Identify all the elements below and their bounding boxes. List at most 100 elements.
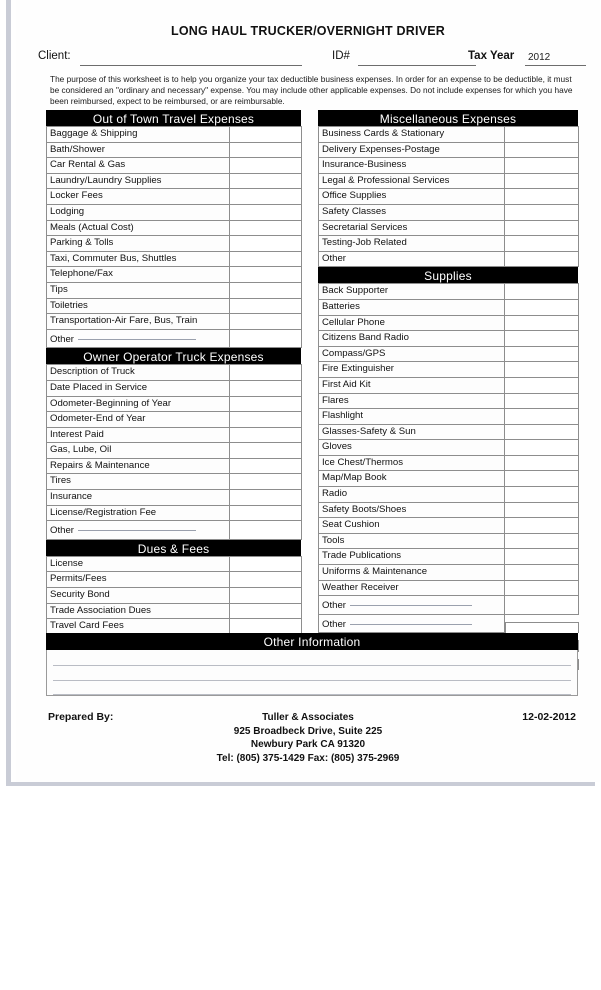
expense-label: Compass/GPS	[318, 345, 505, 363]
amount-cell[interactable]	[229, 379, 302, 397]
firm-block: Tuller & Associates 925 Broadbeck Drive,…	[16, 711, 600, 765]
amount-cell[interactable]	[504, 126, 579, 143]
amount-cell[interactable]	[504, 579, 579, 597]
other-write-in[interactable]: Other	[50, 330, 196, 347]
client-input[interactable]	[80, 64, 302, 66]
amount-cell[interactable]	[504, 532, 579, 550]
expense-label-text: Other	[50, 333, 74, 345]
write-in-rule[interactable]	[78, 522, 196, 532]
table-row: Insurance	[46, 489, 302, 506]
amount-cell[interactable]	[504, 203, 579, 221]
other-write-in[interactable]: Other	[50, 522, 196, 539]
write-in-rule[interactable]	[350, 597, 472, 607]
amount-cell[interactable]	[229, 219, 302, 237]
amount-cell[interactable]	[229, 395, 302, 413]
amount-cell[interactable]	[229, 172, 302, 190]
id-input[interactable]	[358, 64, 476, 66]
tax-year-input[interactable]	[525, 64, 586, 66]
amount-cell[interactable]	[229, 520, 302, 540]
table-row: Other	[46, 520, 302, 540]
amount-cell[interactable]	[504, 470, 579, 488]
amount-cell[interactable]	[504, 298, 579, 316]
expense-label: License	[46, 555, 230, 573]
amount-cell[interactable]	[229, 141, 302, 159]
expense-label: Secretarial Services	[318, 219, 505, 237]
write-in-rule[interactable]	[350, 615, 472, 625]
amount-cell[interactable]	[229, 364, 302, 381]
table-row: Odometer-End of Year	[46, 411, 302, 428]
amount-cell[interactable]	[229, 203, 302, 221]
amount-cell[interactable]	[504, 361, 579, 378]
amount-cell[interactable]	[504, 188, 579, 205]
amount-cell[interactable]	[504, 376, 579, 394]
table-row: Transportation-Air Fare, Bus, Train	[46, 313, 302, 330]
table-row: First Aid Kit	[318, 376, 579, 394]
amount-cell[interactable]	[504, 548, 579, 566]
amount-cell[interactable]	[504, 614, 579, 633]
amount-cell[interactable]	[229, 618, 302, 635]
amount-cell[interactable]	[229, 281, 302, 299]
amount-cell[interactable]	[229, 489, 302, 506]
expense-label: Interest Paid	[46, 426, 230, 444]
amount-cell[interactable]	[229, 587, 302, 604]
other-write-in[interactable]: Other	[322, 615, 472, 632]
amount-cell[interactable]	[504, 314, 579, 332]
amount-cell[interactable]	[504, 501, 579, 519]
amount-cell[interactable]	[229, 313, 302, 330]
other-information-line-3[interactable]	[53, 693, 571, 695]
amount-cell[interactable]	[229, 328, 302, 349]
page-title: LONG HAUL TRUCKER/OVERNIGHT DRIVER	[171, 24, 445, 38]
amount-cell[interactable]	[229, 126, 302, 143]
amount-cell[interactable]	[504, 423, 579, 441]
table-row: Radio	[318, 486, 579, 503]
amount-cell[interactable]	[504, 141, 579, 159]
amount-box[interactable]	[505, 621, 579, 633]
amount-cell[interactable]	[504, 392, 579, 410]
amount-cell[interactable]	[504, 486, 579, 503]
expense-label: Trade Association Dues	[46, 602, 230, 620]
expense-label: Transportation-Air Fare, Bus, Train	[46, 313, 230, 330]
amount-cell[interactable]	[229, 411, 302, 428]
amount-cell[interactable]	[229, 426, 302, 444]
amount-cell[interactable]	[229, 504, 302, 522]
amount-cell[interactable]	[229, 473, 302, 491]
amount-cell[interactable]	[504, 564, 579, 581]
table-row: Flashlight	[318, 408, 579, 425]
expense-label: Citizens Band Radio	[318, 330, 505, 347]
amount-cell[interactable]	[504, 330, 579, 347]
amount-cell[interactable]	[504, 235, 579, 252]
amount-cell[interactable]	[229, 250, 302, 268]
write-in-rule[interactable]	[78, 330, 196, 340]
amount-cell[interactable]	[504, 454, 579, 472]
amount-cell[interactable]	[229, 442, 302, 459]
other-write-in[interactable]: Other	[322, 597, 472, 614]
amount-cell[interactable]	[229, 457, 302, 475]
firm-contact: Tel: (805) 375-1429 Fax: (805) 375-2969	[216, 752, 400, 764]
footer-date: 12-02-2012	[522, 711, 576, 723]
amount-cell[interactable]	[504, 595, 579, 615]
amount-cell[interactable]	[229, 555, 302, 573]
table-row: Odometer-Beginning of Year	[46, 395, 302, 413]
amount-cell[interactable]	[504, 250, 579, 268]
amount-cell[interactable]	[229, 297, 302, 315]
other-information-line-2[interactable]	[53, 679, 571, 681]
other-information-body[interactable]	[46, 650, 578, 696]
table-row: Safety Boots/Shoes	[318, 501, 579, 519]
amount-cell[interactable]	[504, 219, 579, 237]
amount-cell[interactable]	[504, 345, 579, 363]
amount-cell[interactable]	[229, 188, 302, 205]
amount-cell[interactable]	[229, 602, 302, 620]
amount-cell[interactable]	[504, 157, 579, 174]
amount-cell[interactable]	[229, 266, 302, 283]
amount-cell[interactable]	[229, 235, 302, 252]
amount-cell[interactable]	[504, 517, 579, 534]
amount-cell[interactable]	[504, 283, 579, 300]
amount-cell[interactable]	[504, 408, 579, 425]
table-row: Bath/Shower	[46, 141, 302, 159]
other-information-line-1[interactable]	[53, 664, 571, 666]
amount-cell[interactable]	[229, 157, 302, 174]
amount-cell[interactable]	[504, 439, 579, 456]
expense-label: First Aid Kit	[318, 376, 505, 394]
amount-cell[interactable]	[504, 172, 579, 190]
amount-cell[interactable]	[229, 571, 302, 589]
